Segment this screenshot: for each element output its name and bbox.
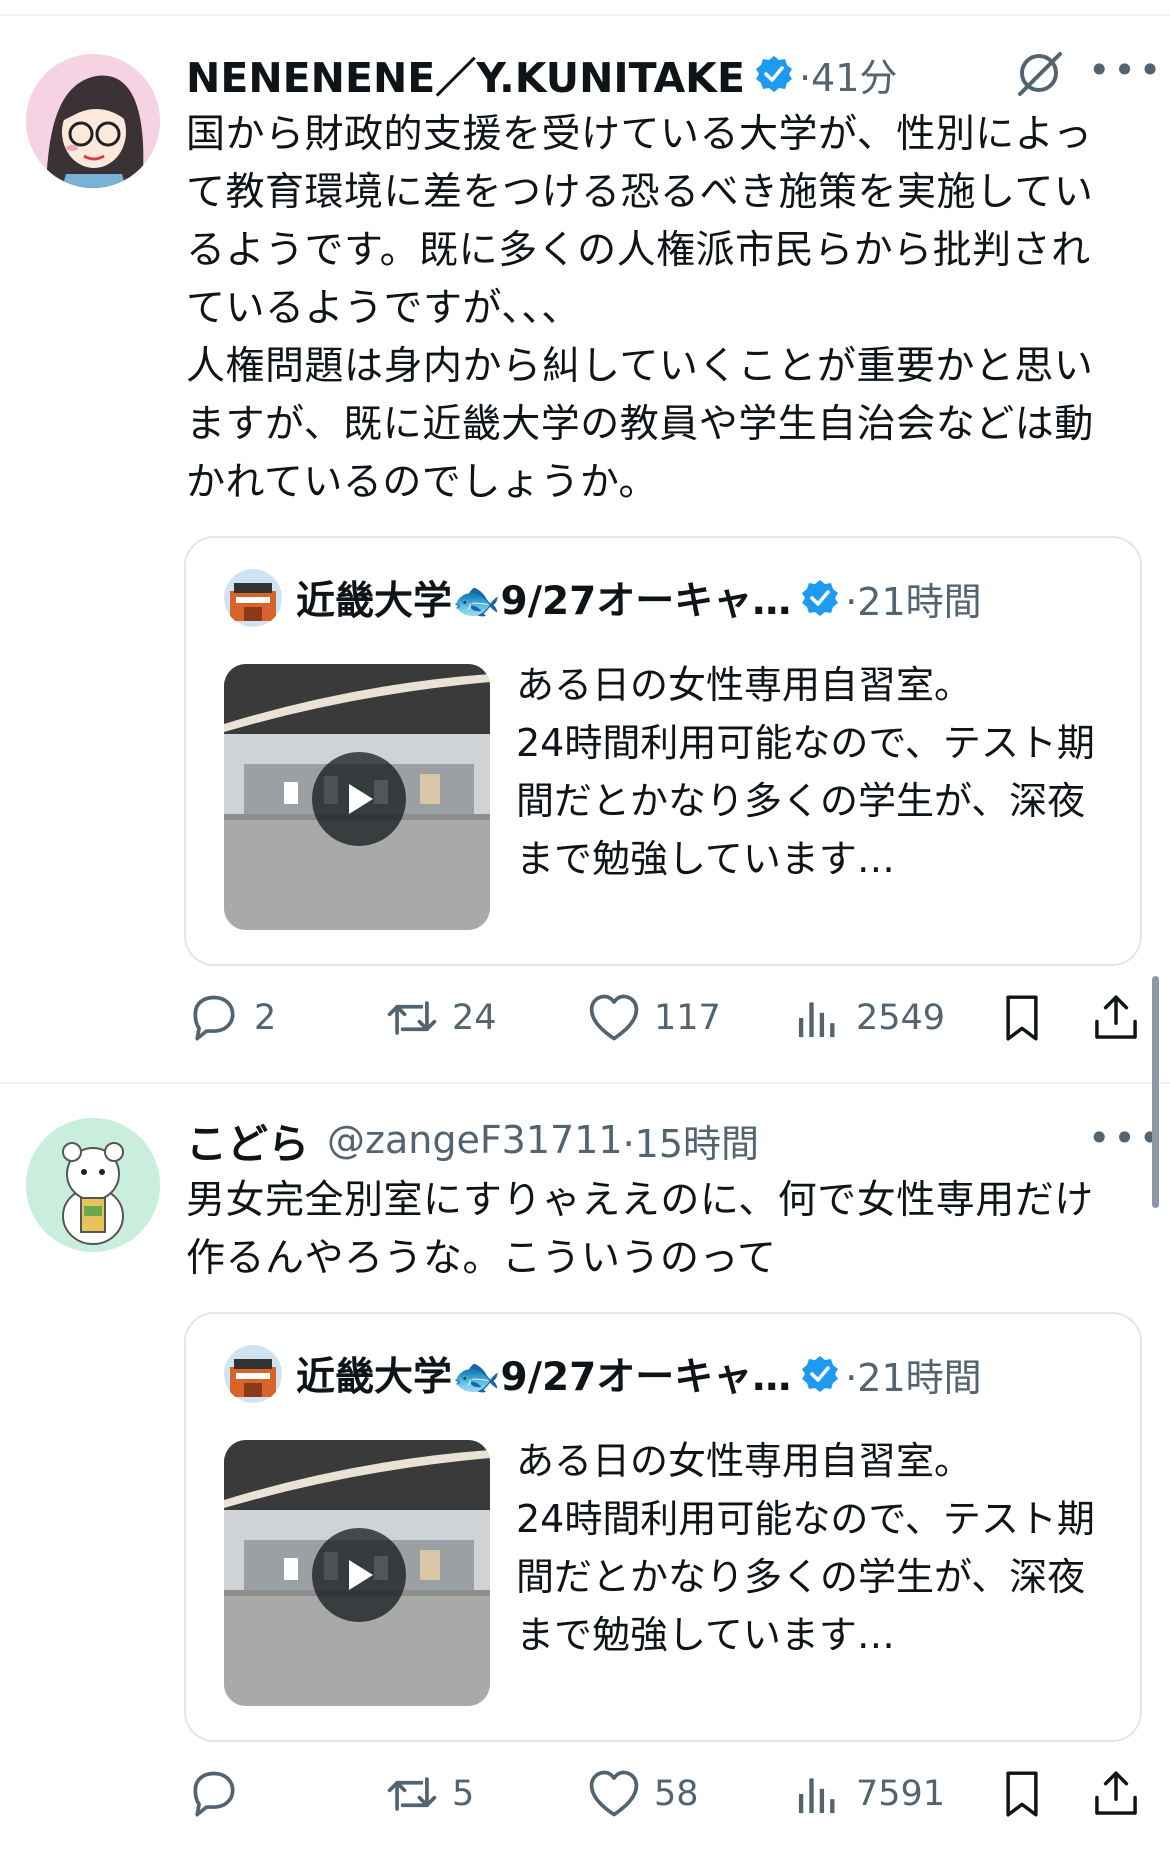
- bookmark-icon: [1006, 995, 1038, 1041]
- repost-count: 5: [452, 1774, 475, 1814]
- quoted-avatar: [224, 1345, 282, 1403]
- views-icon: [798, 1002, 835, 1038]
- avatar[interactable]: [26, 54, 160, 188]
- author-handle[interactable]: @zangeF31711: [327, 1118, 623, 1162]
- verified-badge-icon: [754, 55, 793, 93]
- post-divider: [0, 1082, 1170, 1084]
- grok-icon[interactable]: [1012, 46, 1066, 100]
- views-button[interactable]: 2549: [792, 988, 945, 1048]
- quoted-author-name[interactable]: 近畿大学🐟9/27オーキャ…: [296, 570, 791, 626]
- views-button[interactable]: 7591: [792, 1764, 945, 1824]
- verified-badge-icon: [801, 1355, 840, 1393]
- bookmark-button[interactable]: [996, 988, 1048, 1048]
- scrollbar[interactable]: [1152, 976, 1159, 1208]
- share-button[interactable]: [1090, 1764, 1142, 1824]
- action-bar: 2 24 117 2549: [186, 988, 1146, 1048]
- quoted-avatar: [224, 569, 282, 627]
- share-button[interactable]: [1090, 988, 1142, 1048]
- like-count: 58: [654, 1774, 699, 1814]
- quoted-header: 近畿大学🐟9/27オーキャ… ·21時間: [224, 568, 982, 628]
- repost-button[interactable]: 5: [384, 1764, 474, 1824]
- video-thumbnail[interactable]: [224, 1440, 490, 1706]
- quoted-text: ある日の女性専用自習室。 24時間利用可能なので、テスト期間だとかなり多くの学生…: [516, 1439, 1095, 1657]
- reply-button[interactable]: 2: [186, 988, 276, 1048]
- view-count: 2549: [856, 998, 946, 1038]
- repost-count: 24: [452, 998, 497, 1038]
- bookmark-button[interactable]: [996, 1764, 1048, 1824]
- avatar[interactable]: [26, 1118, 160, 1252]
- reply-count: 2: [254, 998, 277, 1038]
- quoted-post[interactable]: 近畿大学🐟9/27オーキャ… ·21時間 ある日の女性専用自習室。 24時間利用…: [184, 1312, 1142, 1742]
- reply-icon: [193, 1771, 235, 1817]
- view-count: 7591: [856, 1774, 946, 1814]
- post-header: こどら @zangeF31711 ·15時間: [186, 1110, 759, 1170]
- quoted-text: ある日の女性専用自習室。 24時間利用可能なので、テスト期間だとかなり多くの学生…: [516, 663, 1095, 881]
- play-icon[interactable]: [312, 1528, 406, 1622]
- repost-button[interactable]: 24: [384, 988, 497, 1048]
- quoted-author-name[interactable]: 近畿大学🐟9/27オーキャ…: [296, 1346, 791, 1402]
- like-button[interactable]: 117: [586, 988, 721, 1048]
- reply-icon: [193, 995, 235, 1041]
- top-divider: [0, 14, 1170, 16]
- like-button[interactable]: 58: [586, 1764, 699, 1824]
- bookmark-icon: [1006, 1771, 1038, 1817]
- action-bar: 5 58 7591: [186, 1764, 1146, 1824]
- author-name[interactable]: こどら: [186, 1110, 309, 1170]
- reply-button[interactable]: [186, 1764, 254, 1824]
- repost-icon: [387, 1001, 437, 1035]
- post-time[interactable]: ·41分: [799, 47, 897, 102]
- like-count: 117: [654, 998, 721, 1038]
- post-time[interactable]: ·15時間: [623, 1113, 759, 1168]
- post-text: 国から財政的支援を受けている大学が、性別によって教育環境に差をつける恐るべき施策…: [186, 112, 1094, 505]
- share-icon: [1095, 1771, 1137, 1815]
- video-thumbnail[interactable]: [224, 664, 490, 930]
- like-icon: [589, 994, 639, 1041]
- post-text: 男女完全別室にすりゃええのに、何で女性専用だけ作るんやろうな。こういうのって: [186, 1178, 1094, 1281]
- repost-icon: [387, 1777, 437, 1811]
- quoted-post[interactable]: 近畿大学🐟9/27オーキャ… ·21時間 ある日の女性専用自習室。 24時間利用…: [184, 536, 1142, 966]
- play-icon[interactable]: [312, 752, 406, 846]
- quoted-time[interactable]: ·21時間: [845, 571, 981, 626]
- views-icon: [798, 1778, 835, 1814]
- like-icon: [589, 1770, 639, 1817]
- quoted-time[interactable]: ·21時間: [845, 1347, 981, 1402]
- share-icon: [1095, 995, 1137, 1039]
- verified-badge-icon: [801, 579, 840, 617]
- quoted-header: 近畿大学🐟9/27オーキャ… ·21時間: [224, 1344, 982, 1404]
- author-name[interactable]: NENENENE／Y.KUNITAKE: [186, 44, 745, 104]
- more-icon[interactable]: •••: [1088, 48, 1164, 92]
- post-header: NENENENE／Y.KUNITAKE ·41分: [186, 44, 897, 104]
